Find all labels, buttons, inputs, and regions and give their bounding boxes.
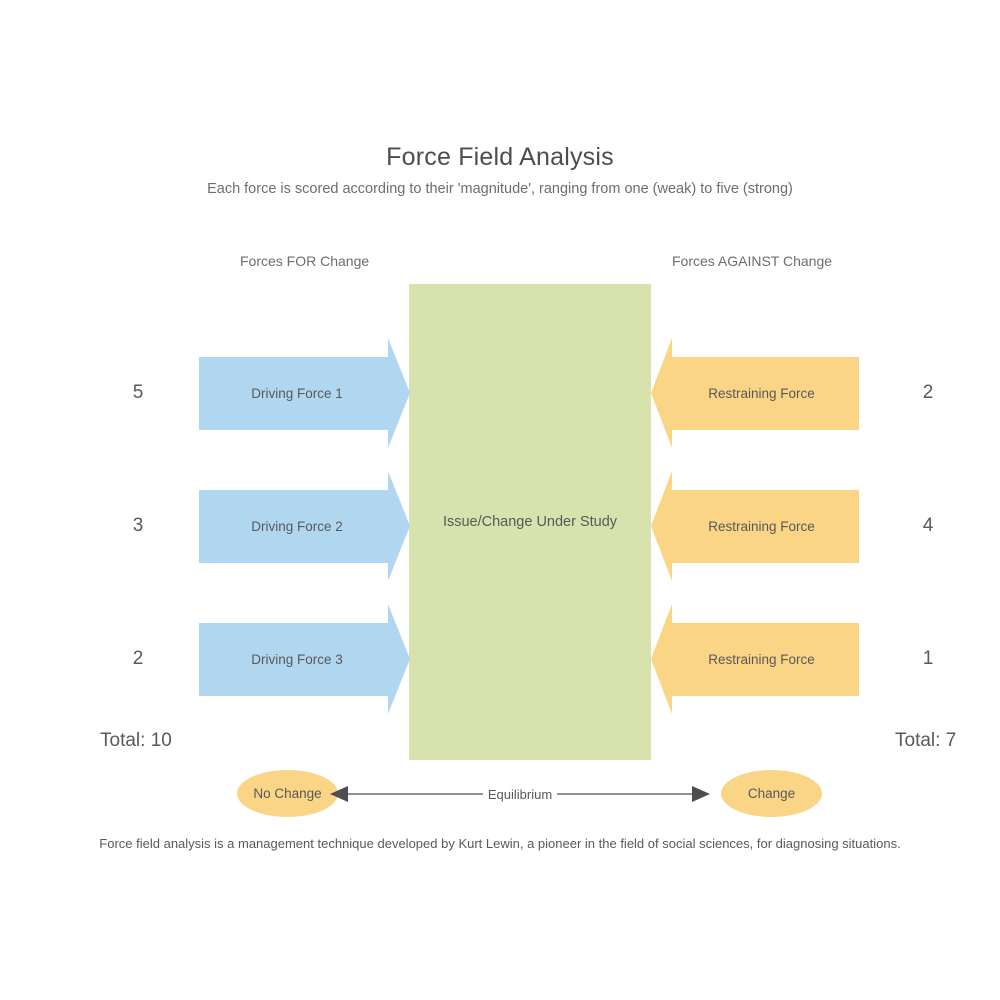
equilibrium-double-arrow-icon	[330, 786, 710, 802]
restraining-force-score: 4	[922, 515, 934, 536]
restraining-forces-total: Total: 7	[895, 730, 957, 751]
change-node[interactable]: Change	[721, 770, 822, 817]
driving-force-arrow[interactable]	[199, 604, 411, 714]
driving-forces-total: Total: 10	[100, 730, 172, 751]
force-row: 5 Driving Force 1 Restraining Force 2	[0, 338, 1000, 448]
page-title: Force Field Analysis	[386, 143, 614, 171]
no-change-node[interactable]: No Change	[237, 770, 338, 817]
change-label: Change	[747, 786, 796, 801]
driving-force-arrow[interactable]	[199, 338, 411, 448]
restraining-force-arrow[interactable]	[651, 471, 859, 581]
force-row: 2 Driving Force 3 Restraining Force 1	[0, 604, 1000, 714]
column-heading-forces-for: Forces FOR Change	[240, 253, 370, 269]
footer-caption: Force field analysis is a management tec…	[99, 836, 901, 851]
column-heading-forces-against: Forces AGAINST Change	[672, 253, 833, 269]
restraining-force-score: 2	[922, 382, 934, 403]
driving-force-score: 3	[132, 515, 144, 536]
force-field-diagram: Force Field Analysis Each force is score…	[0, 0, 1000, 1000]
no-change-label: No Change	[253, 786, 322, 801]
force-row: 3 Driving Force 2 Restraining Force 4	[0, 471, 1000, 581]
driving-force-score: 2	[132, 648, 144, 669]
restraining-force-arrow[interactable]	[651, 604, 859, 714]
restraining-force-arrow[interactable]	[651, 338, 859, 448]
driving-force-score: 5	[132, 382, 144, 403]
driving-force-arrow[interactable]	[199, 471, 411, 581]
page-subtitle: Each force is scored according to their …	[207, 181, 793, 197]
restraining-force-score: 1	[922, 648, 934, 669]
